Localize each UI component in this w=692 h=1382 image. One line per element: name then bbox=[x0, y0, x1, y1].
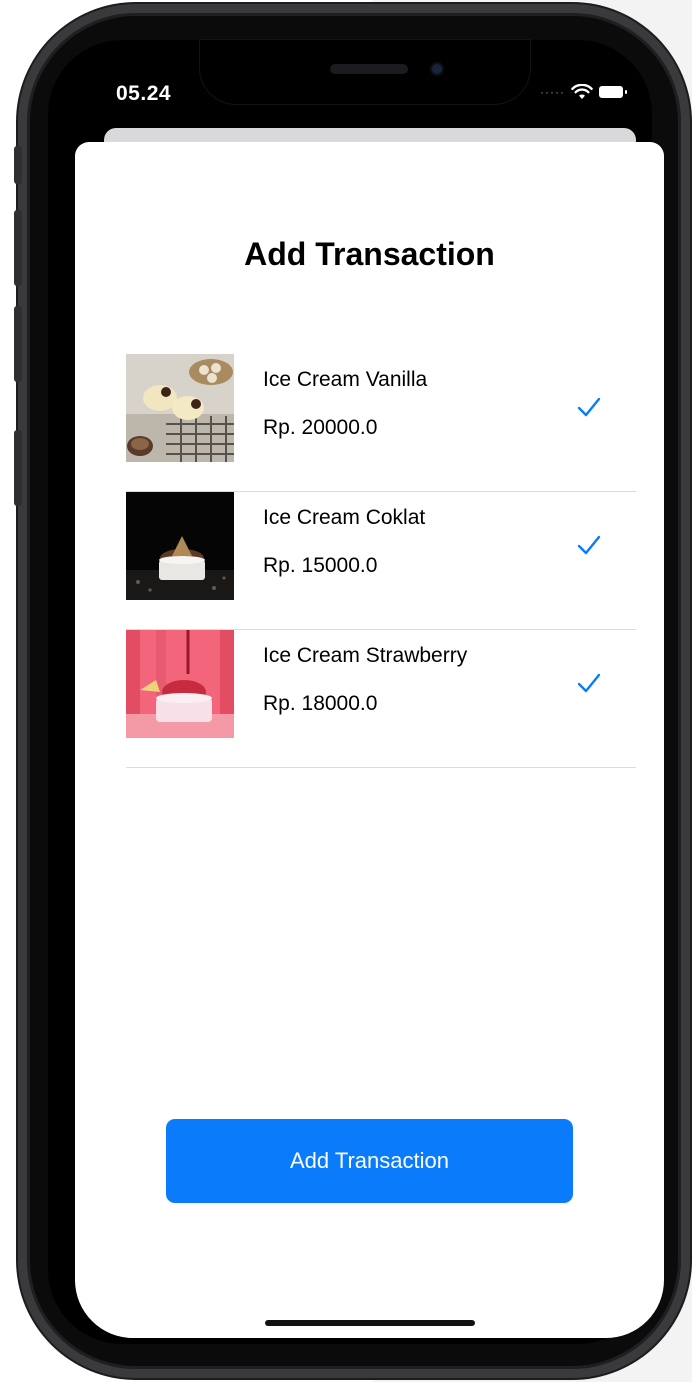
vanilla-ice-cream-image bbox=[126, 354, 234, 462]
front-camera bbox=[432, 64, 442, 74]
volume-up-button bbox=[14, 210, 22, 286]
strawberry-ice-cream-image bbox=[126, 630, 234, 738]
checkmark-icon bbox=[577, 673, 601, 693]
item-name: Ice Cream Strawberry bbox=[263, 644, 468, 667]
ring-switch bbox=[14, 146, 22, 184]
battery-icon bbox=[598, 86, 627, 98]
home-indicator[interactable] bbox=[265, 1320, 475, 1326]
add-transaction-button[interactable]: Add Transaction bbox=[166, 1119, 573, 1203]
item-price: Rp. 18000.0 bbox=[263, 692, 378, 715]
checkmark-icon bbox=[577, 397, 601, 417]
volume-down-button bbox=[14, 306, 22, 382]
item-name: Ice Cream Vanilla bbox=[263, 368, 428, 391]
wifi-icon bbox=[571, 84, 593, 99]
product-list: Ice Cream Vanilla Rp. 20000.0 Ice Cream … bbox=[126, 354, 636, 768]
list-item-coklat[interactable]: Ice Cream Coklat Rp. 15000.0 bbox=[126, 492, 636, 630]
cellular-dots-icon: ····· bbox=[540, 85, 565, 99]
list-item-strawberry[interactable]: Ice Cream Strawberry Rp. 18000.0 bbox=[126, 630, 636, 768]
item-name: Ice Cream Coklat bbox=[263, 506, 426, 529]
item-price: Rp. 15000.0 bbox=[263, 554, 378, 577]
status-icons: ····· bbox=[540, 78, 627, 106]
chocolate-ice-cream-image bbox=[126, 492, 234, 600]
checkmark-icon bbox=[577, 535, 601, 555]
item-price: Rp. 20000.0 bbox=[263, 416, 378, 439]
earpiece-speaker bbox=[330, 64, 408, 74]
status-time: 05.24 bbox=[116, 82, 172, 105]
page-title: Add Transaction bbox=[244, 236, 495, 272]
list-item-vanilla[interactable]: Ice Cream Vanilla Rp. 20000.0 bbox=[126, 354, 636, 492]
add-transaction-sheet: Add Transaction Ice Cream Vanilla Rp. 20… bbox=[75, 142, 664, 1338]
side-button bbox=[14, 430, 22, 506]
